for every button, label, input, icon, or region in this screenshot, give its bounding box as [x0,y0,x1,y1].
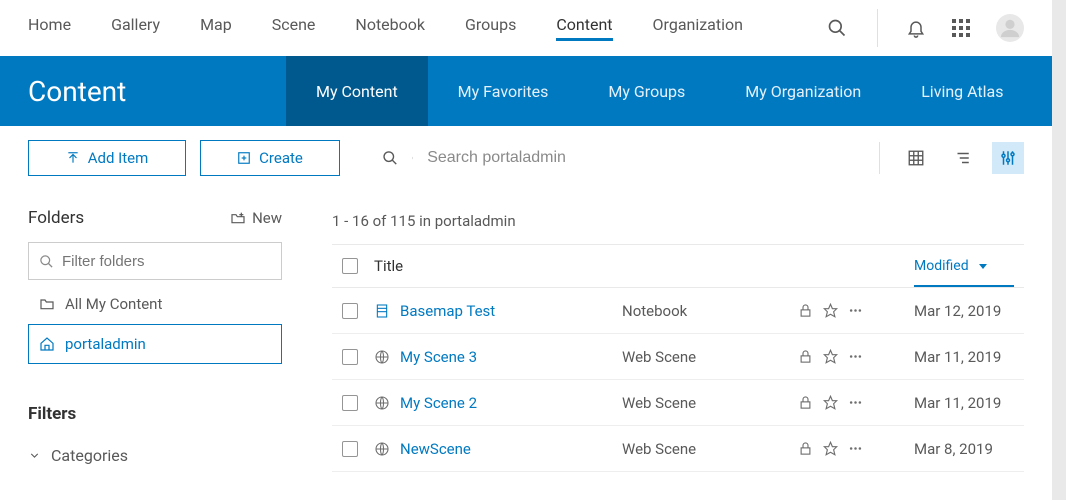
item-link[interactable]: My Scene 3 [400,348,477,366]
item-type: Web Scene [622,394,782,412]
new-folder-icon [230,210,246,226]
folder-label: portaladmin [65,335,146,353]
create-label: Create [259,149,303,167]
item-modified: Mar 11, 2019 [914,348,1014,366]
list-icon [953,149,971,167]
scrollbar-thumb[interactable] [1052,0,1066,110]
sliders-icon [999,149,1017,167]
folders-title: Folders [28,208,84,228]
notebook-icon [374,303,390,319]
col-modified-header[interactable]: Modified [914,247,1014,287]
search-icon [39,254,54,269]
add-item-button[interactable]: Add Item [28,140,186,176]
lock-icon[interactable] [798,349,813,364]
tab-my-content[interactable]: My Content [286,56,428,126]
create-button[interactable]: Create [200,140,340,176]
nav-notebook[interactable]: Notebook [355,15,425,41]
lock-icon[interactable] [798,303,813,318]
row-checkbox[interactable] [342,303,358,319]
chevron-down-icon [28,449,41,462]
nav-groups[interactable]: Groups [465,15,516,41]
filter-folders-input[interactable] [62,253,271,270]
filters-title: Filters [28,404,282,424]
more-icon[interactable] [848,349,863,364]
view-list-button[interactable] [946,142,978,174]
avatar[interactable] [996,14,1024,42]
item-link[interactable]: NewScene [400,440,471,458]
item-type: Notebook [622,302,782,320]
more-icon[interactable] [848,303,863,318]
tab-my-favorites[interactable]: My Favorites [428,56,579,126]
tab-my-groups[interactable]: My Groups [578,56,715,126]
select-all-checkbox[interactable] [342,258,358,274]
sort-desc-icon [977,260,989,272]
filter-folders-input-wrap[interactable] [28,242,282,280]
upload-icon [66,151,80,165]
globe-icon [374,441,390,457]
plus-box-icon [237,151,251,165]
table-row: NewScene Web Scene Mar 8, 2019 [332,426,1024,472]
folder-label: All My Content [65,295,162,313]
divider [877,9,878,47]
nav-organization[interactable]: Organization [653,15,743,41]
search-icon [382,149,398,167]
star-icon[interactable] [823,303,838,318]
col-modified-label: Modified [914,258,969,274]
view-filter-button[interactable] [992,142,1024,174]
nav-gallery[interactable]: Gallery [111,15,160,41]
row-checkbox[interactable] [342,349,358,365]
item-type: Web Scene [622,440,782,458]
item-modified: Mar 8, 2019 [914,440,1014,458]
home-icon [39,336,55,352]
tab-my-organization[interactable]: My Organization [715,56,891,126]
table-icon [907,149,925,167]
item-type: Web Scene [622,348,782,366]
table-header: Title Modified [332,244,1024,288]
nav-map[interactable]: Map [200,15,232,41]
search-icon[interactable] [827,18,847,38]
text-cursor-icon [412,148,413,168]
more-icon[interactable] [848,441,863,456]
action-row: Add Item Create [0,126,1052,190]
new-folder-button[interactable]: New [230,209,282,227]
nav-home[interactable]: Home [28,15,71,41]
item-modified: Mar 11, 2019 [914,394,1014,412]
row-checkbox[interactable] [342,395,358,411]
apps-grid-icon[interactable] [952,19,970,37]
nav-scene[interactable]: Scene [272,15,316,41]
folder-all-my-content[interactable]: All My Content [28,284,282,324]
star-icon[interactable] [823,349,838,364]
nav-content[interactable]: Content [556,15,612,41]
item-link[interactable]: My Scene 2 [400,394,477,412]
tab-living-atlas[interactable]: Living Atlas [891,56,1033,126]
table-row: My Scene 2 Web Scene Mar 11, 2019 [332,380,1024,426]
col-title-header[interactable]: Title [374,257,606,275]
globe-icon [374,395,390,411]
bell-icon[interactable] [906,18,926,38]
globe-icon [374,349,390,365]
table-row: Basemap Test Notebook Mar 12, 2019 [332,288,1024,334]
page-title: Content [0,56,286,126]
row-checkbox[interactable] [342,441,358,457]
item-modified: Mar 12, 2019 [914,302,1014,320]
lock-icon[interactable] [798,395,813,410]
folder-portaladmin[interactable]: portaladmin [28,324,282,364]
add-item-label: Add Item [88,149,149,167]
star-icon[interactable] [823,441,838,456]
filter-categories[interactable]: Categories [28,446,282,465]
section-header: Content My Content My Favorites My Group… [0,56,1052,126]
search-input[interactable] [427,149,855,167]
star-icon[interactable] [823,395,838,410]
view-table-button[interactable] [900,142,932,174]
categories-label: Categories [51,446,128,465]
results-count: 1 - 16 of 115 in portaladmin [332,212,1024,230]
lock-icon[interactable] [798,441,813,456]
item-link[interactable]: Basemap Test [400,302,495,320]
more-icon[interactable] [848,395,863,410]
top-nav: Home Gallery Map Scene Notebook Groups C… [0,0,1052,56]
folder-icon [39,296,55,312]
table-row: My Scene 3 Web Scene Mar 11, 2019 [332,334,1024,380]
new-folder-label: New [252,209,282,227]
